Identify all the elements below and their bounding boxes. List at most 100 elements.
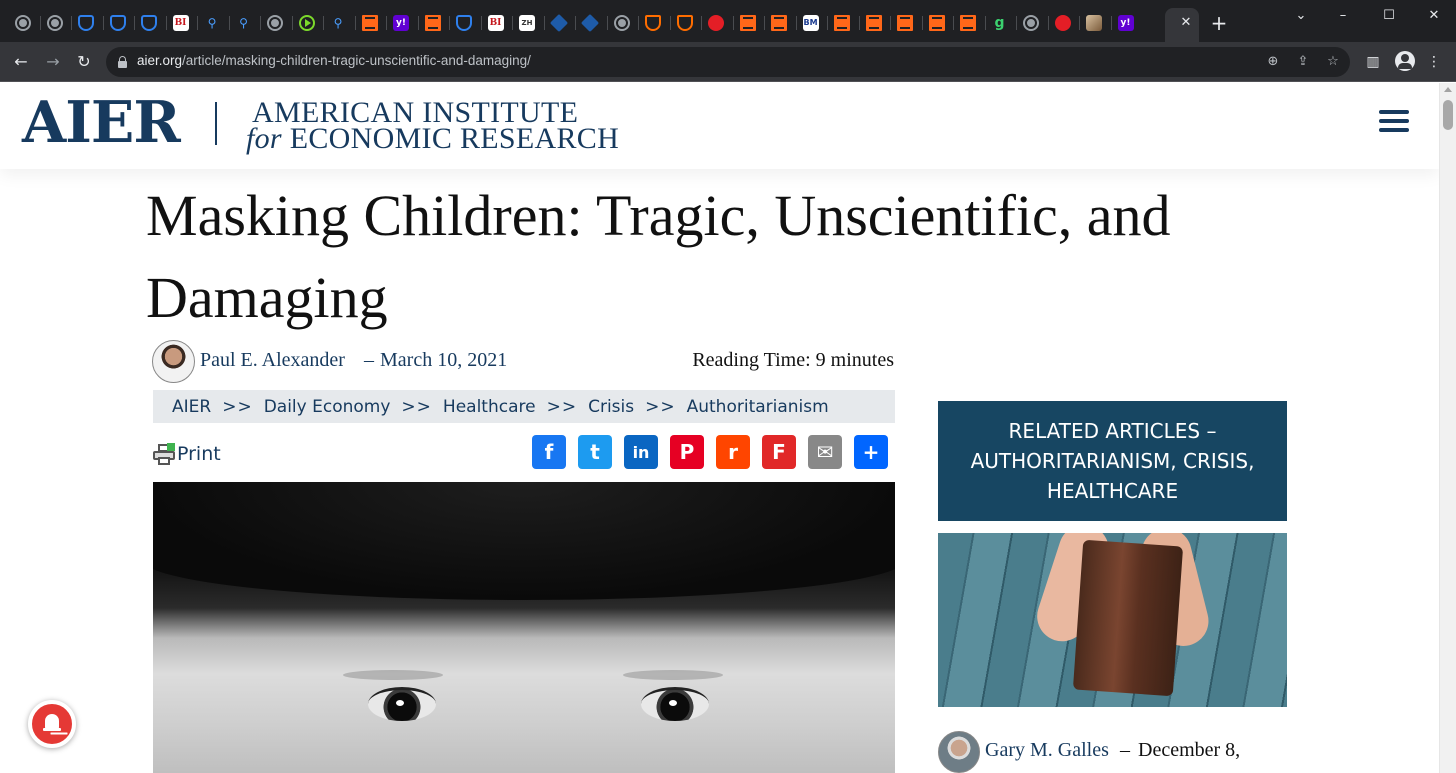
minimize-window-icon[interactable]: – bbox=[1332, 6, 1354, 26]
scrollbar-thumb[interactable] bbox=[1443, 100, 1453, 130]
bookmark-star-icon[interactable]: ☆ bbox=[1324, 53, 1342, 71]
related-date: December 8, bbox=[1138, 739, 1241, 761]
thumbnail-icon bbox=[1086, 15, 1102, 31]
email-share-button[interactable]: ✉ bbox=[808, 435, 842, 469]
share-page-icon[interactable]: ⇪ bbox=[1294, 53, 1312, 71]
reddit-share-button[interactable]: r bbox=[716, 435, 750, 469]
cube-icon bbox=[549, 13, 568, 33]
breadcrumb: AIER >> Daily Economy >> Healthcare >> C… bbox=[153, 390, 895, 423]
tab-14[interactable] bbox=[417, 8, 448, 38]
tab-search-chevron-icon[interactable]: ⌄ bbox=[1290, 6, 1312, 26]
address-bar[interactable]: aier.org/article/masking-children-tragic… bbox=[106, 47, 1350, 77]
tab-13[interactable]: y! bbox=[386, 8, 416, 38]
breadcrumb-item-authoritarianism[interactable]: Authoritarianism bbox=[687, 397, 829, 417]
tab-33[interactable] bbox=[1016, 8, 1046, 38]
tab-8[interactable]: ⚲ bbox=[228, 8, 259, 38]
pinterest-share-button[interactable]: P bbox=[670, 435, 704, 469]
print-button[interactable]: Print bbox=[153, 441, 221, 467]
maximize-window-icon[interactable]: ☐ bbox=[1378, 6, 1400, 26]
notification-bell-button[interactable] bbox=[28, 700, 76, 748]
forward-arrow-icon[interactable]: → bbox=[41, 50, 65, 74]
related-author-link[interactable]: Gary M. Galles bbox=[985, 739, 1109, 762]
tab-23[interactable] bbox=[701, 8, 731, 38]
tab-34[interactable] bbox=[1047, 8, 1078, 38]
tab-31[interactable] bbox=[953, 8, 983, 38]
related-author-avatar[interactable] bbox=[938, 731, 980, 773]
tab-24[interactable] bbox=[732, 8, 763, 38]
breadcrumb-item-healthcare[interactable]: Healthcare bbox=[443, 397, 536, 417]
red-pin-icon bbox=[708, 15, 724, 31]
twitter-share-button[interactable]: t bbox=[578, 435, 612, 469]
tab-active[interactable]: ✕ bbox=[1165, 8, 1199, 42]
share-icon: + bbox=[862, 440, 880, 464]
search-icon: ⚲ bbox=[333, 16, 343, 30]
menu-kebab-icon[interactable]: ⋮ bbox=[1423, 51, 1445, 73]
tab-3[interactable] bbox=[71, 8, 101, 38]
tab-30[interactable] bbox=[921, 8, 952, 38]
tab-28[interactable] bbox=[858, 8, 889, 38]
tab-18[interactable] bbox=[543, 8, 574, 38]
site-name-line2[interactable]: for ECONOMIC RESEARCH bbox=[246, 122, 619, 156]
author-avatar[interactable] bbox=[152, 340, 195, 383]
breadcrumb-item-daily-economy[interactable]: Daily Economy bbox=[264, 397, 391, 417]
facebook-share-button[interactable]: f bbox=[532, 435, 566, 469]
print-label: Print bbox=[177, 443, 221, 465]
tab-20[interactable] bbox=[606, 8, 637, 38]
zoom-icon[interactable]: ⊕ bbox=[1264, 53, 1282, 71]
profile-avatar-icon[interactable] bbox=[1395, 51, 1415, 71]
tab-36[interactable]: y! bbox=[1110, 8, 1141, 38]
side-panel-icon[interactable]: ▥ bbox=[1362, 51, 1384, 73]
breadcrumb-item-crisis[interactable]: Crisis bbox=[588, 397, 634, 417]
tab-12[interactable] bbox=[354, 8, 385, 38]
hamburger-menu-icon[interactable] bbox=[1379, 110, 1409, 132]
tab-6[interactable]: BI bbox=[165, 8, 196, 38]
tab-10[interactable] bbox=[291, 8, 322, 38]
breadcrumb-separator: >> bbox=[645, 396, 676, 417]
related-article-image[interactable] bbox=[938, 533, 1287, 707]
related-heading-line2: AUTHORITARIANISM, CRISIS, bbox=[970, 449, 1255, 473]
close-window-icon[interactable]: ✕ bbox=[1423, 6, 1445, 26]
site-logo[interactable]: AIER bbox=[22, 89, 181, 156]
tab-27[interactable] bbox=[827, 8, 857, 38]
g-icon: g bbox=[994, 15, 1005, 31]
lock-icon[interactable] bbox=[118, 56, 127, 68]
close-tab-icon[interactable]: ✕ bbox=[1179, 16, 1193, 30]
tab-15[interactable] bbox=[449, 8, 479, 38]
flipboard-share-button[interactable]: F bbox=[762, 435, 796, 469]
tab-4[interactable] bbox=[102, 8, 133, 38]
new-tab-icon[interactable]: + bbox=[1208, 12, 1230, 34]
scroll-up-arrow-icon[interactable] bbox=[1444, 87, 1452, 92]
page-scrollbar[interactable] bbox=[1439, 83, 1456, 773]
tab-26[interactable]: BM bbox=[795, 8, 826, 38]
facebook-icon: f bbox=[544, 440, 554, 464]
tab-17[interactable]: ZH bbox=[512, 8, 542, 38]
url-text[interactable]: aier.org/article/masking-children-tragic… bbox=[137, 53, 531, 68]
tab-1[interactable] bbox=[8, 8, 38, 38]
globe-icon bbox=[613, 15, 630, 31]
related-articles-heading: RELATED ARTICLES – AUTHORITARIANISM, CRI… bbox=[938, 401, 1287, 521]
tab-19[interactable] bbox=[575, 8, 605, 38]
tab-29[interactable] bbox=[890, 8, 920, 38]
tab-11[interactable]: ⚲ bbox=[323, 8, 353, 38]
share-button[interactable]: + bbox=[854, 435, 888, 469]
tab-7[interactable]: ⚲ bbox=[197, 8, 227, 38]
site-header: AIER AMERICAN INSTITUTE for ECONOMIC RES… bbox=[0, 83, 1439, 169]
tab-32[interactable]: g bbox=[984, 8, 1015, 38]
author-name-link[interactable]: Paul E. Alexander bbox=[200, 349, 345, 372]
back-arrow-icon[interactable]: ← bbox=[9, 50, 33, 74]
tab-2[interactable] bbox=[39, 8, 70, 38]
breadcrumb-separator: >> bbox=[546, 396, 578, 417]
substack-icon bbox=[834, 15, 850, 31]
search-icon: ⚲ bbox=[207, 16, 217, 30]
linkedin-share-button[interactable]: in bbox=[624, 435, 658, 469]
tab-16[interactable]: BI bbox=[480, 8, 511, 38]
tab-22[interactable] bbox=[669, 8, 700, 38]
tab-9[interactable] bbox=[260, 8, 290, 38]
tab-25[interactable] bbox=[764, 8, 794, 38]
substack-icon bbox=[928, 15, 945, 31]
tab-35[interactable] bbox=[1079, 8, 1109, 38]
tab-21[interactable] bbox=[638, 8, 668, 38]
reload-icon[interactable]: ↻ bbox=[72, 50, 96, 74]
tab-5[interactable] bbox=[134, 8, 164, 38]
breadcrumb-item-aier[interactable]: AIER bbox=[172, 397, 211, 417]
